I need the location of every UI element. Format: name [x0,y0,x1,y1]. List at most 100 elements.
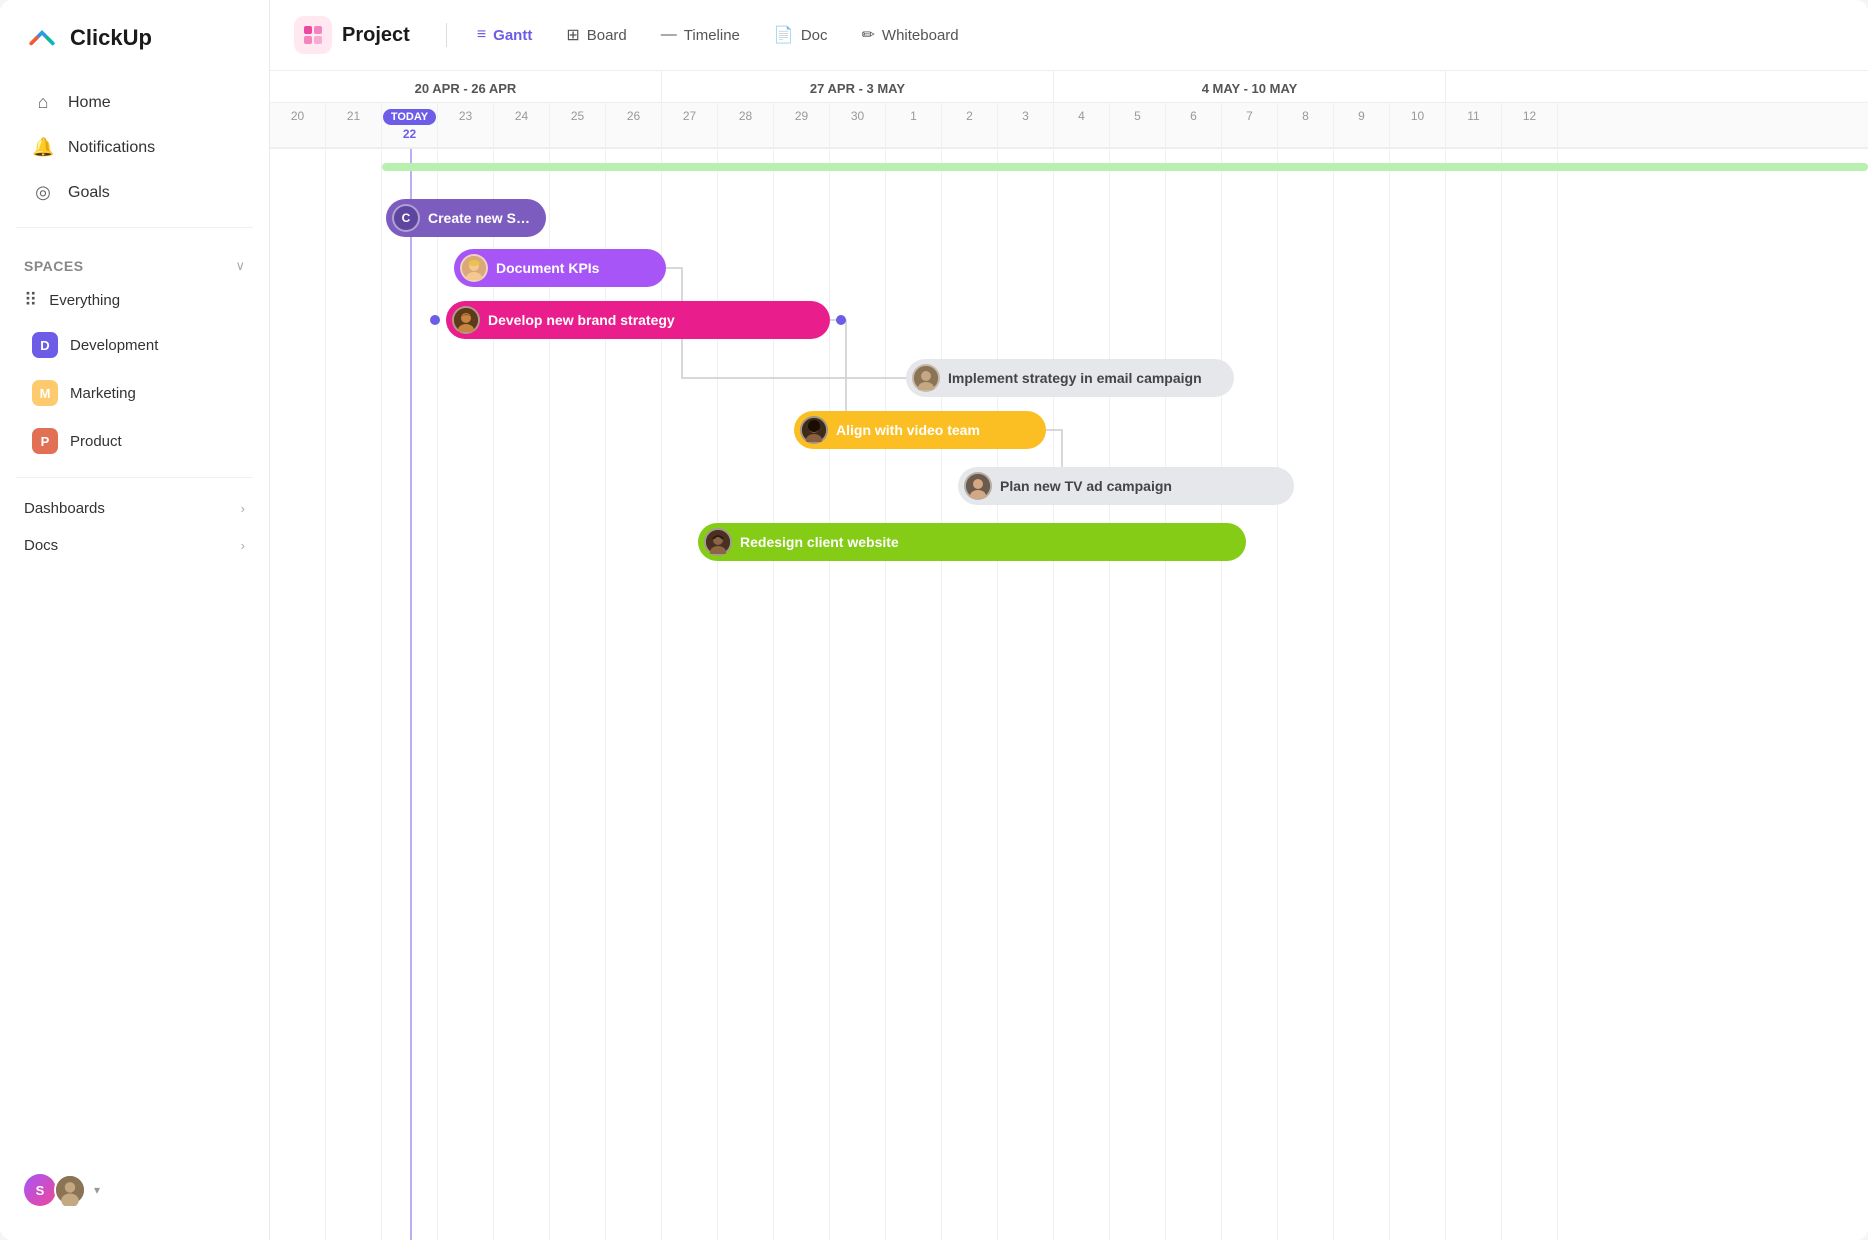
gantt-day-27: 27 [662,103,718,147]
gantt-day-12: 12 [1502,103,1558,147]
task-bar-4[interactable]: Align with video team [794,411,1046,449]
tab-board-label: Board [587,27,627,44]
gantt-grid-col-16 [1166,149,1222,1240]
gantt-day-1: 1 [886,103,942,147]
spaces-chevron-icon[interactable]: ∨ [235,258,245,274]
docs-section[interactable]: Docs › [0,527,269,564]
task-bar-1[interactable]: Document KPIs [454,249,666,287]
sidebar-item-home[interactable]: ⌂ Home [8,81,261,124]
user-area[interactable]: S ▾ [0,1160,269,1220]
tab-timeline[interactable]: — Timeline [647,19,754,51]
tab-whiteboard-label: Whiteboard [882,27,959,44]
sidebar: ClickUp ⌂ Home 🔔 Notifications ◎ Goals S… [0,0,270,1240]
sidebar-item-development[interactable]: D Development [8,322,261,368]
task-avatar-2 [452,306,480,334]
task-bar-2[interactable]: Develop new brand strategy [446,301,830,339]
gantt-day-23: 23 [438,103,494,147]
gantt-chart: 20 APR - 26 APR27 APR - 3 MAY4 MAY - 10 … [270,71,1868,1240]
nav-goals-label: Goals [68,184,110,202]
main-content: Project ≡ Gantt ⊞ Board — Timeline 📄 Doc… [270,0,1868,1240]
task-label-2: Develop new brand strategy [488,312,675,328]
sidebar-item-goals[interactable]: ◎ Goals [8,171,261,214]
gantt-period-row: 20 APR - 26 APR27 APR - 3 MAY4 MAY - 10 … [270,71,1868,103]
gantt-grid-col-19 [1334,149,1390,1240]
user-dropdown-icon: ▾ [94,1183,100,1197]
tab-gantt-label: Gantt [493,27,532,44]
gantt-grid-col-11 [886,149,942,1240]
gantt-day-8: 8 [1278,103,1334,147]
gantt-header: 20 APR - 26 APR27 APR - 3 MAY4 MAY - 10 … [270,71,1868,149]
project-icon [302,24,324,46]
gantt-period-2: 4 MAY - 10 MAY [1054,71,1446,102]
task-label-6: Redesign client website [740,534,899,550]
task-bar-3[interactable]: Implement strategy in email campaign [906,359,1234,397]
today-tag: TODAY [383,109,436,125]
gantt-day-26: 26 [606,103,662,147]
home-icon: ⌂ [32,92,54,113]
drag-dot-left[interactable] [430,315,440,325]
task-avatar-1 [460,254,488,282]
task-avatar-5 [964,472,992,500]
dashboards-chevron-icon: › [241,501,245,516]
marketing-badge: M [32,380,58,406]
tab-doc[interactable]: 📄 Doc [760,18,842,52]
gantt-day-5: 5 [1110,103,1166,147]
sidebar-divider-2 [16,477,253,478]
product-badge: P [32,428,58,454]
tab-divider [446,23,447,47]
task-avatar-0: C [392,204,420,232]
docs-label: Docs [24,537,58,554]
avatar-s: S [24,1174,56,1206]
logo-area: ClickUp [0,20,269,80]
everything-icon: ⠿ [24,290,37,311]
gantt-grid-col-18 [1278,149,1334,1240]
nav-home-label: Home [68,94,111,112]
gantt-period-1: 27 APR - 3 MAY [662,71,1054,102]
development-badge: D [32,332,58,358]
clickup-logo-icon [24,20,60,56]
gantt-grid-col-22 [1502,149,1558,1240]
tab-board[interactable]: ⊞ Board [552,18,640,52]
tab-doc-label: Doc [801,27,828,44]
nav-notifications-label: Notifications [68,139,155,157]
gantt-day-24: 24 [494,103,550,147]
spaces-label: Spaces [24,258,84,274]
task-bar-0[interactable]: CCreate new SLA for client [386,199,546,237]
gantt-day-25: 25 [550,103,606,147]
gantt-day-22: TODAY22 [382,103,438,147]
sidebar-item-marketing[interactable]: M Marketing [8,370,261,416]
gantt-grid-col-12 [942,149,998,1240]
gantt-grid-col-13 [998,149,1054,1240]
tab-whiteboard[interactable]: ✏ Whiteboard [848,18,973,52]
everything-label: Everything [49,292,120,309]
progress-bar [382,163,1868,171]
sidebar-item-everything[interactable]: ⠿ Everything [0,280,269,321]
gantt-grid-col-21 [1446,149,1502,1240]
tab-nav: ≡ Gantt ⊞ Board — Timeline 📄 Doc ✏ White… [463,18,973,52]
task-bar-5[interactable]: Plan new TV ad campaign [958,467,1294,505]
task-avatar-4 [800,416,828,444]
gantt-day-7: 7 [1222,103,1278,147]
task-avatar-3 [912,364,940,392]
dashboards-section[interactable]: Dashboards › [0,490,269,527]
drag-dot-right[interactable] [836,315,846,325]
timeline-icon: — [661,26,677,44]
sidebar-item-notifications[interactable]: 🔔 Notifications [8,126,261,169]
spaces-section-header: Spaces ∨ [0,240,269,280]
project-icon-bg [294,16,332,54]
tab-gantt[interactable]: ≡ Gantt [463,19,547,51]
gantt-grid-col-17 [1222,149,1278,1240]
gantt-body: CCreate new SLA for client Document KPIs D… [270,149,1868,1240]
product-label: Product [70,433,122,450]
task-label-3: Implement strategy in email campaign [948,370,1202,386]
gantt-day-30: 30 [830,103,886,147]
task-bar-6[interactable]: Redesign client website [698,523,1246,561]
gantt-grid-col-1 [326,149,382,1240]
dashboards-label: Dashboards [24,500,105,517]
sidebar-item-product[interactable]: P Product [8,418,261,464]
gantt-day-28: 28 [718,103,774,147]
task-label-1: Document KPIs [496,260,599,276]
gantt-day-10: 10 [1390,103,1446,147]
gantt-day-21: 21 [326,103,382,147]
avatar-photo [54,1174,86,1206]
